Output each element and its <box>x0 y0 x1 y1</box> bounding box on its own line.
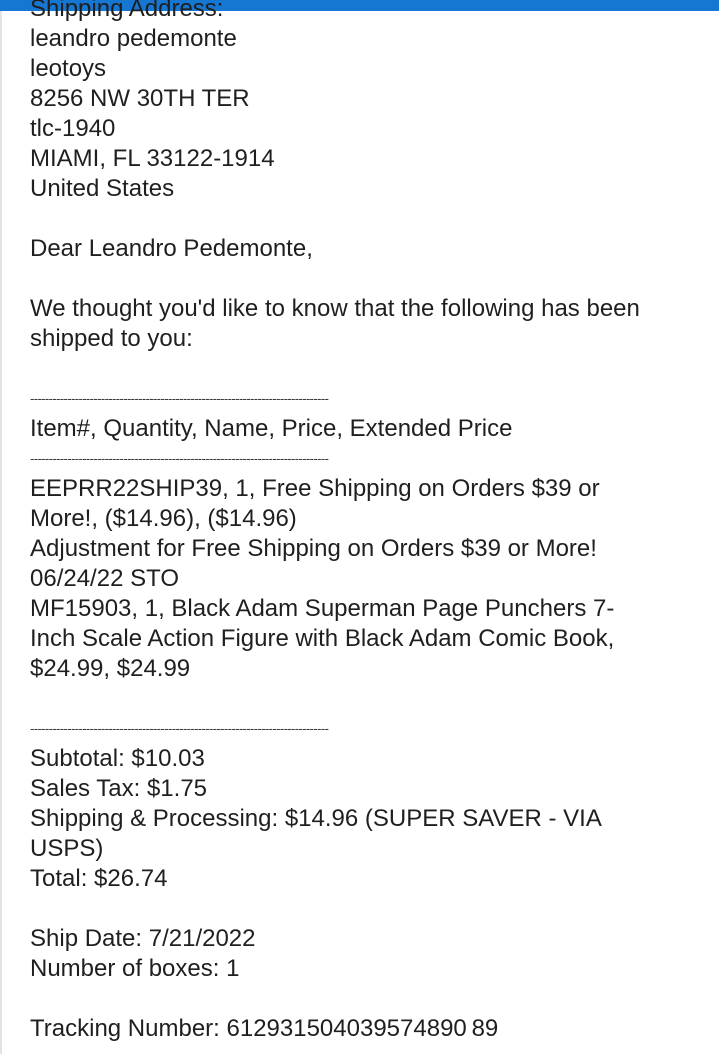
address-line-company: leotoys <box>30 55 107 82</box>
address-line-unit: tlc-1940 <box>30 115 116 142</box>
item-line-4: 06/24/22 STO <box>30 565 179 592</box>
item-table-header: Item#, Quantity, Name, Price, Extended P… <box>30 415 513 442</box>
item-line-7: $24.99, $24.99 <box>30 655 191 682</box>
shipping-processing-cont: USPS) <box>30 835 104 862</box>
item-line-3: Adjustment for Free Shipping on Orders $… <box>30 535 597 562</box>
shipping-processing: Shipping & Processing: $14.96 (SUPER SAV… <box>30 805 602 832</box>
address-line-country: United States <box>30 175 175 202</box>
ship-date: Ship Date: 7/21/2022 <box>30 925 256 952</box>
item-line-5: MF15903, 1, Black Adam Superman Page Pun… <box>30 595 615 622</box>
greeting: Dear Leandro Pedemonte, <box>30 235 313 262</box>
number-of-boxes: Number of boxes: 1 <box>30 955 240 982</box>
item-line-6: Inch Scale Action Figure with Black Adam… <box>30 625 615 652</box>
item-line-2: More!, ($14.96), ($14.96) <box>30 505 297 532</box>
intro-line-2: shipped to you: <box>30 325 193 352</box>
divider-top: ----------------------------------------… <box>30 391 329 406</box>
subtotal: Subtotal: $10.03 <box>30 745 205 772</box>
sales-tax: Sales Tax: $1.75 <box>30 775 208 802</box>
address-line-name: leandro pedemonte <box>30 25 237 52</box>
item-line-1: EEPRR22SHIP39, 1, Free Shipping on Order… <box>30 475 600 502</box>
tracking-number: Tracking Number: 612931504039574890 89 <box>30 1015 499 1042</box>
shipping-address-label: Shipping Address: <box>30 0 224 22</box>
address-line-street: 8256 NW 30TH TER <box>30 85 250 112</box>
intro-line-1: We thought you'd like to know that the f… <box>30 295 640 322</box>
divider-totals: ----------------------------------------… <box>30 721 329 736</box>
divider-header: ----------------------------------------… <box>30 451 329 466</box>
address-line-city: MIAMI, FL 33122-1914 <box>30 145 275 172</box>
tracking-link[interactable] <box>30 1044 37 1054</box>
left-border <box>0 11 2 1054</box>
total: Total: $26.74 <box>30 865 168 892</box>
